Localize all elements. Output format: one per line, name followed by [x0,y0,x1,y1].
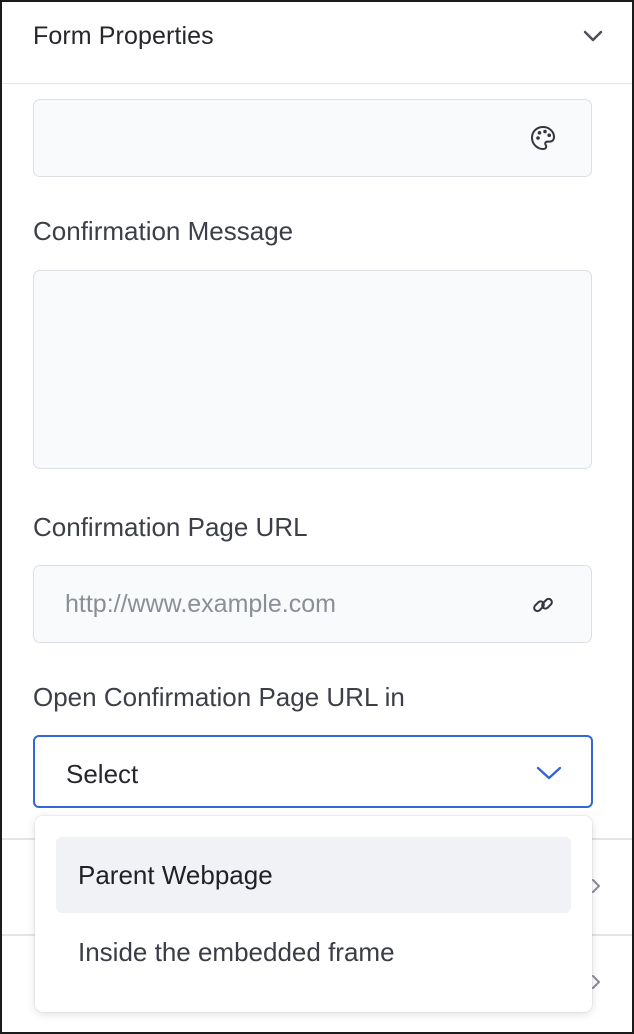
option-parent-webpage[interactable]: Parent Webpage [56,837,571,913]
confirmation-url-input[interactable]: http://www.example.com [33,565,592,643]
chevron-down-icon [536,766,562,780]
palette-icon[interactable] [529,124,557,152]
url-placeholder: http://www.example.com [65,590,336,618]
open-in-label: Open Confirmation Page URL in [33,682,405,712]
form-properties-panel: Form Properties Confirmation Message Con… [0,0,634,1034]
option-inside-embedded-frame[interactable]: Inside the embedded frame [56,914,571,990]
open-in-select[interactable]: Select [33,735,593,808]
confirmation-message-label: Confirmation Message [33,216,294,246]
confirmation-message-textarea[interactable] [33,270,592,469]
select-value: Select [66,759,139,789]
color-field[interactable] [33,99,592,177]
chevron-down-icon[interactable] [582,28,604,44]
section-title: Form Properties [33,22,214,50]
confirmation-url-label: Confirmation Page URL [33,512,308,542]
link-icon [533,597,553,613]
section-header[interactable]: Form Properties [2,2,632,84]
select-dropdown-menu: Parent Webpage Inside the embedded frame [35,816,592,1012]
